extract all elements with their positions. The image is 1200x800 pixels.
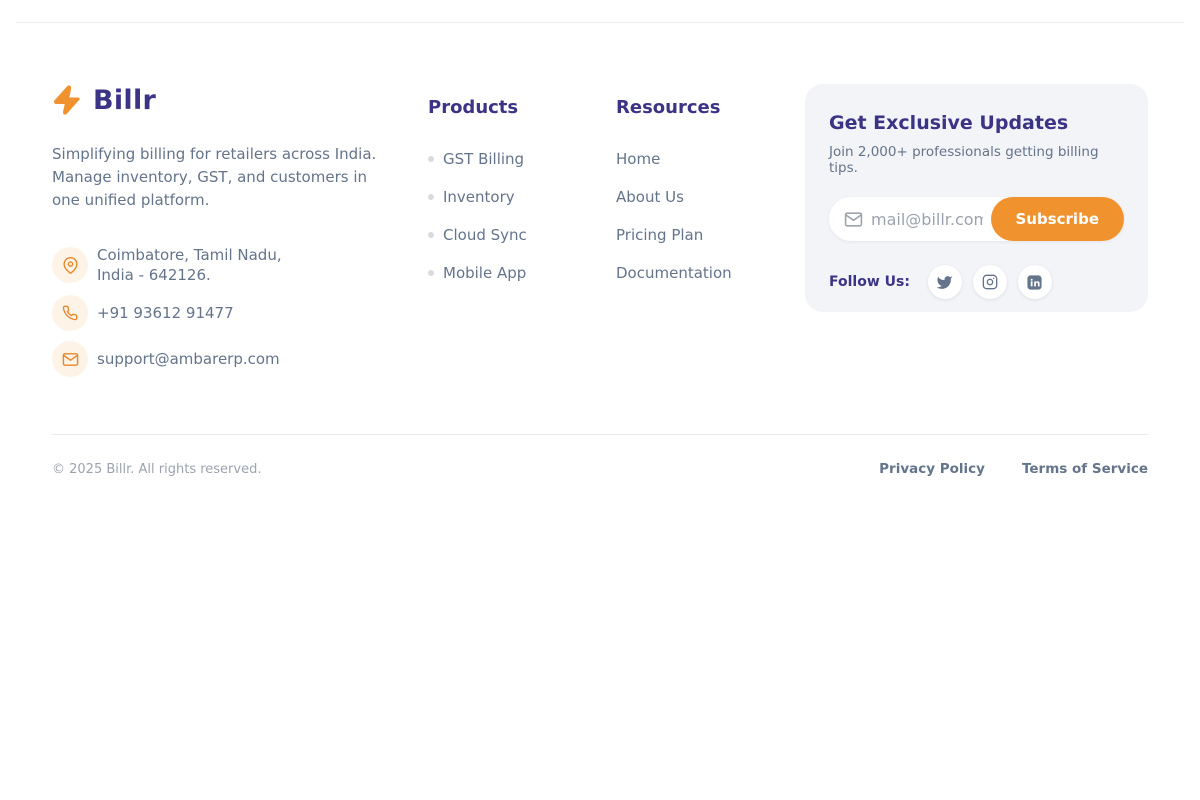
- contact-email[interactable]: support@ambarerp.com: [52, 341, 428, 377]
- product-link-label: Mobile App: [443, 264, 526, 282]
- resource-link-about-us[interactable]: About Us: [616, 188, 805, 206]
- resource-link-documentation[interactable]: Documentation: [616, 264, 805, 282]
- products-list: GST Billing Inventory Cloud Sync Mobile …: [428, 150, 616, 282]
- product-link-cloud-sync[interactable]: Cloud Sync: [428, 226, 616, 244]
- contact-phone[interactable]: +91 93612 91477: [52, 295, 428, 331]
- twitter-icon: [936, 274, 953, 291]
- bullet-icon: [428, 270, 434, 276]
- brand-description-line: one unified platform.: [52, 189, 428, 212]
- subscribe-button[interactable]: Subscribe: [991, 197, 1125, 241]
- resource-link-label: About Us: [616, 188, 684, 206]
- products-column: Products GST Billing Inventory Cloud Syn…: [428, 84, 616, 377]
- contact-location: Coimbatore, Tamil Nadu, India - 642126.: [52, 245, 428, 285]
- resource-link-pricing-plan[interactable]: Pricing Plan: [616, 226, 805, 244]
- bullet-icon: [428, 232, 434, 238]
- resource-link-label: Documentation: [616, 264, 732, 282]
- product-link-inventory[interactable]: Inventory: [428, 188, 616, 206]
- brand-logo: Billr: [52, 84, 428, 116]
- resources-column: Resources Home About Us Pricing Plan Doc…: [616, 84, 805, 377]
- instagram-button[interactable]: [973, 265, 1007, 299]
- products-title: Products: [428, 97, 616, 118]
- product-link-label: GST Billing: [443, 150, 524, 168]
- privacy-policy-link[interactable]: Privacy Policy: [879, 461, 985, 477]
- resource-link-home[interactable]: Home: [616, 150, 805, 168]
- brand-description-line: Simplifying billing for retailers across…: [52, 143, 428, 166]
- bottom-links: Privacy Policy Terms of Service: [879, 461, 1148, 477]
- terms-of-service-link[interactable]: Terms of Service: [1022, 461, 1148, 477]
- contact-email-text: support@ambarerp.com: [97, 349, 280, 369]
- linkedin-icon: [1026, 274, 1043, 291]
- product-link-mobile-app[interactable]: Mobile App: [428, 264, 616, 282]
- map-pin-icon: [52, 247, 88, 283]
- newsletter-card: Get Exclusive Updates Join 2,000+ profes…: [805, 84, 1148, 312]
- location-line-2: India - 642126.: [97, 266, 211, 284]
- product-link-label: Cloud Sync: [443, 226, 527, 244]
- newsletter-title: Get Exclusive Updates: [829, 112, 1124, 134]
- resource-link-label: Home: [616, 150, 660, 168]
- footer: Billr Simplifying billing for retailers …: [52, 84, 1148, 377]
- bottom-divider: [52, 434, 1148, 435]
- brand-description: Simplifying billing for retailers across…: [52, 143, 428, 212]
- linkedin-button[interactable]: [1018, 265, 1052, 299]
- twitter-button[interactable]: [928, 265, 962, 299]
- mail-icon: [52, 341, 88, 377]
- resources-list: Home About Us Pricing Plan Documentation: [616, 150, 805, 282]
- product-link-label: Inventory: [443, 188, 515, 206]
- resources-title: Resources: [616, 97, 805, 118]
- newsletter-subtitle: Join 2,000+ professionals getting billin…: [829, 144, 1124, 176]
- subscribe-form: Subscribe: [829, 197, 1124, 241]
- bottom-bar: © 2025 Billr. All rights reserved. Priva…: [52, 461, 1148, 477]
- phone-icon: [52, 295, 88, 331]
- bolt-icon: [52, 84, 82, 116]
- contact-list: Coimbatore, Tamil Nadu, India - 642126. …: [52, 245, 428, 377]
- copyright-text: © 2025 Billr. All rights reserved.: [52, 462, 261, 477]
- instagram-icon: [982, 274, 998, 290]
- product-link-gst-billing[interactable]: GST Billing: [428, 150, 616, 168]
- resource-link-label: Pricing Plan: [616, 226, 703, 244]
- mail-input-icon: [844, 210, 863, 229]
- bullet-icon: [428, 194, 434, 200]
- follow-us-label: Follow Us:: [829, 274, 910, 290]
- brand-column: Billr Simplifying billing for retailers …: [52, 84, 428, 377]
- top-divider: [16, 22, 1184, 23]
- location-line-1: Coimbatore, Tamil Nadu,: [97, 246, 282, 264]
- follow-row: Follow Us:: [829, 265, 1124, 299]
- email-input[interactable]: [863, 210, 991, 229]
- brand-name: Billr: [93, 85, 156, 116]
- bullet-icon: [428, 156, 434, 162]
- contact-location-text: Coimbatore, Tamil Nadu, India - 642126.: [97, 245, 282, 285]
- contact-phone-text: +91 93612 91477: [97, 303, 234, 323]
- brand-description-line: Manage inventory, GST, and customers in: [52, 166, 428, 189]
